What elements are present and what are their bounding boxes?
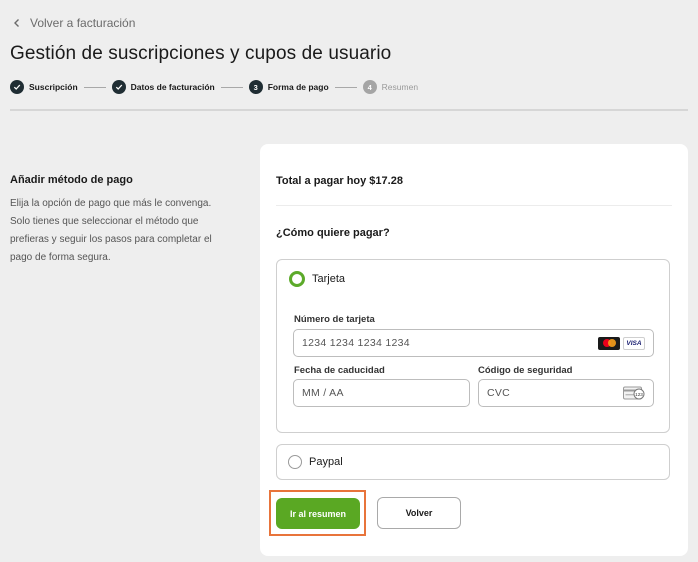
payment-question: ¿Cómo quiere pagar? — [276, 227, 390, 239]
paypal-payment-option[interactable]: Paypal — [276, 444, 670, 480]
cvc-input[interactable]: CVC 123 — [478, 379, 654, 407]
payment-intro: Añadir método de pago Elija la opción de… — [10, 174, 240, 267]
card-number-placeholder: 1234 1234 1234 1234 — [302, 337, 410, 349]
step-billing-data[interactable]: Datos de facturación — [111, 80, 215, 94]
card-back-cvc-icon: 123 — [623, 386, 645, 400]
step-label: Suscripción — [29, 82, 78, 92]
intro-line: Elija la opción de pago que más le conve… — [10, 198, 212, 209]
checkout-stepper: Suscripción Datos de facturación 3 Forma… — [10, 80, 418, 94]
step-connector — [334, 86, 357, 88]
step-label: Resumen — [381, 82, 419, 92]
total-due: Total a pagar hoy $17.28 — [276, 175, 403, 187]
expiry-input[interactable]: MM / AA — [293, 379, 470, 407]
expiry-label: Fecha de caducidad — [294, 365, 385, 376]
radio-unselected-icon — [288, 455, 302, 469]
radio-card-label: Tarjeta — [312, 273, 346, 285]
step-label: Datos de facturación — [130, 82, 215, 92]
card-number-label: Número de tarjeta — [294, 314, 375, 325]
step-payment-method: 3 Forma de pago — [248, 80, 329, 94]
intro-description: Elija la opción de pago que más le conve… — [10, 195, 240, 267]
expiry-placeholder: MM / AA — [302, 387, 344, 399]
card-payment-option: Tarjeta Número de tarjeta 1234 1234 1234… — [276, 259, 670, 433]
back-button[interactable]: Volver — [377, 497, 461, 529]
radio-paypal[interactable]: Paypal — [288, 455, 343, 469]
step-number: 3 — [248, 80, 263, 94]
step-label: Forma de pago — [267, 82, 329, 92]
intro-line: Solo tienes que seleccionar el método qu… — [10, 216, 199, 227]
cvc-placeholder: CVC — [487, 387, 511, 399]
page-title: Gestión de suscripciones y cupos de usua… — [10, 43, 392, 64]
intro-line: prefieras y seguir los pasos para comple… — [10, 234, 212, 245]
mastercard-icon — [598, 336, 620, 350]
cvc-badge-text: 123 — [635, 392, 643, 397]
intro-line: pago de forma segura. — [10, 252, 111, 263]
card-number-input[interactable]: 1234 1234 1234 1234 VISA — [293, 329, 654, 357]
step-number: 4 — [362, 80, 377, 94]
back-link-label: Volver a facturación — [30, 16, 136, 30]
radio-selected-icon — [289, 271, 305, 287]
radio-paypal-label: Paypal — [309, 456, 343, 468]
check-icon — [10, 80, 24, 94]
step-summary: 4 Resumen — [362, 80, 419, 94]
header-divider — [10, 109, 688, 111]
check-icon — [111, 80, 126, 94]
cvc-label: Código de seguridad — [478, 365, 573, 376]
card-divider — [276, 205, 672, 206]
visa-icon: VISA — [623, 336, 645, 350]
step-connector — [83, 86, 106, 88]
back-to-billing-link[interactable]: Volver a facturación — [12, 16, 135, 30]
step-connector — [220, 86, 243, 88]
intro-title: Añadir método de pago — [10, 174, 133, 186]
step-subscription[interactable]: Suscripción — [10, 80, 78, 94]
radio-card[interactable]: Tarjeta — [289, 271, 345, 287]
go-to-summary-button[interactable]: Ir al resumen — [276, 498, 360, 529]
chevron-left-icon — [14, 19, 19, 27]
